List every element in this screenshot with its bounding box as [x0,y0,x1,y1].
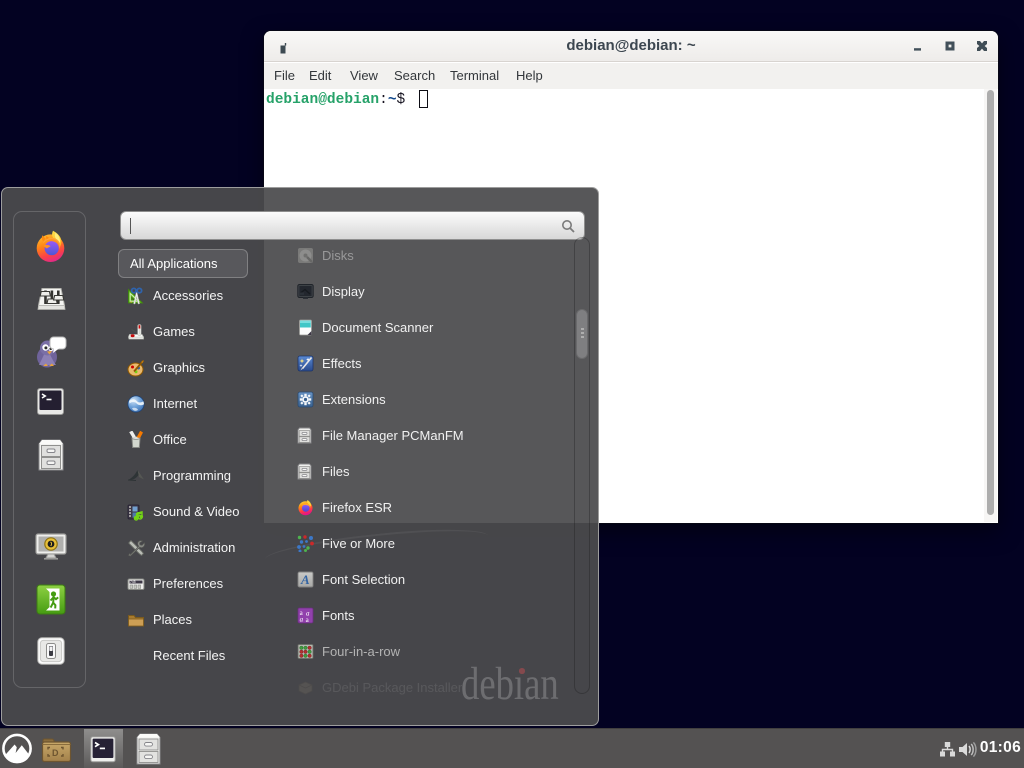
svg-text:745: 745 [130,580,136,584]
svg-text:a: a [300,616,304,624]
svg-text:D: D [52,748,59,758]
svg-text:A: A [300,572,310,587]
